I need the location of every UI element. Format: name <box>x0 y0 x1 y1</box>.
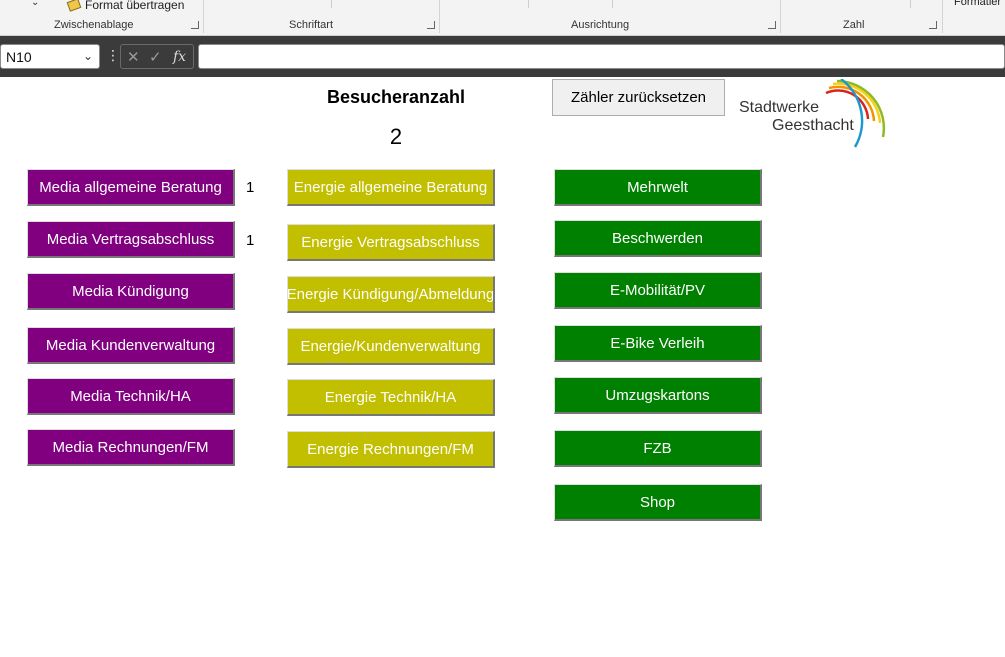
mehrwelt-button[interactable]: Mehrwelt <box>554 169 762 206</box>
enter-icon[interactable]: ✓ <box>149 48 162 66</box>
e-bike-verleih-button[interactable]: E-Bike Verleih <box>554 325 762 362</box>
ribbon-divider <box>780 0 781 33</box>
media-kundenverwaltung-button[interactable]: Media Kundenverwaltung <box>27 327 235 364</box>
media-allgemeine-beratung-count: 1 <box>246 179 255 196</box>
ribbon-divider <box>331 0 332 8</box>
ribbon-commands: ⌄ Format übertragen Formatier <box>0 0 1005 14</box>
beschwerden-button[interactable]: Beschwerden <box>554 220 762 257</box>
dialog-launcher-icon[interactable] <box>427 21 435 29</box>
dialog-launcher-icon[interactable] <box>191 21 199 29</box>
visitor-count: 2 <box>389 124 403 149</box>
format-painter-label: Format übertragen <box>85 0 185 12</box>
media-vertragsabschluss-count: 1 <box>246 232 255 249</box>
dialog-launcher-icon[interactable] <box>929 21 937 29</box>
reset-counter-button[interactable]: Zähler zurücksetzen <box>552 79 725 116</box>
energie-rechnungen-fm-button[interactable]: Energie Rechnungen/FM <box>287 431 495 468</box>
group-label-font: Schriftart <box>289 19 334 31</box>
group-label-alignment: Ausrichtung <box>571 19 630 31</box>
worksheet: Besucheranzahl 2 Zähler zurücksetzen Sta… <box>0 77 1005 657</box>
formula-controls: ✕ ✓ fx <box>120 44 194 69</box>
logo-line-1: Stadtwerke <box>739 99 820 116</box>
chevron-down-icon[interactable]: ⌄ <box>83 49 93 63</box>
formula-bar-area: N10 ⌄ ⋮ ✕ ✓ fx <box>0 36 1005 77</box>
media-rechnungen-fm-button[interactable]: Media Rechnungen/FM <box>27 429 235 466</box>
media-allgemeine-beratung-button[interactable]: Media allgemeine Beratung <box>27 169 235 206</box>
e-mobilitaet-pv-button[interactable]: E-Mobilität/PV <box>554 272 762 309</box>
ribbon-divider <box>439 0 440 33</box>
more-options-icon[interactable]: ⋮ <box>106 47 120 64</box>
shop-button[interactable]: Shop <box>554 484 762 521</box>
stadtwerke-logo: Stadtwerke Geesthacht <box>737 79 889 149</box>
format-as-table-button[interactable]: Formatier <box>954 0 1001 8</box>
energie-technik-ha-button[interactable]: Energie Technik/HA <box>287 379 495 416</box>
group-label-number: Zahl <box>843 19 865 31</box>
group-label-clipboard: Zwischenablage <box>54 19 134 31</box>
ribbon-divider <box>528 0 529 8</box>
ribbon: ⌄ Format übertragen Formatier Zwischenab… <box>0 0 1005 36</box>
logo-line-2: Geesthacht <box>772 117 854 134</box>
energie-kundenverwaltung-button[interactable]: Energie/Kundenverwaltung <box>287 328 495 365</box>
energie-allgemeine-beratung-button[interactable]: Energie allgemeine Beratung <box>287 169 495 206</box>
dialog-launcher-icon[interactable] <box>768 21 776 29</box>
name-box[interactable]: N10 ⌄ <box>0 44 100 69</box>
chevron-down-icon[interactable]: ⌄ <box>31 0 39 8</box>
energie-vertragsabschluss-button[interactable]: Energie Vertragsabschluss <box>287 224 495 261</box>
name-box-value: N10 <box>6 49 32 65</box>
media-technik-ha-button[interactable]: Media Technik/HA <box>27 378 235 415</box>
media-vertragsabschluss-button[interactable]: Media Vertragsabschluss <box>27 221 235 258</box>
fzb-button[interactable]: FZB <box>554 430 762 467</box>
format-painter-icon <box>66 0 82 12</box>
ribbon-divider <box>612 0 613 8</box>
insert-function-icon[interactable]: fx <box>173 49 186 65</box>
ribbon-divider <box>203 0 204 33</box>
umzugskartons-button[interactable]: Umzugskartons <box>554 377 762 414</box>
media-kuendigung-button[interactable]: Media Kündigung <box>27 273 235 310</box>
formula-input[interactable] <box>198 44 1005 69</box>
ribbon-divider <box>942 0 943 33</box>
format-painter-button[interactable]: Format übertragen <box>66 0 185 12</box>
energie-kuendigung-abmeldung-button[interactable]: Energie Kündigung/Abmeldung <box>287 276 495 313</box>
ribbon-divider <box>910 0 911 8</box>
page-title: Besucheranzahl <box>326 87 466 107</box>
cancel-icon[interactable]: ✕ <box>127 48 140 66</box>
